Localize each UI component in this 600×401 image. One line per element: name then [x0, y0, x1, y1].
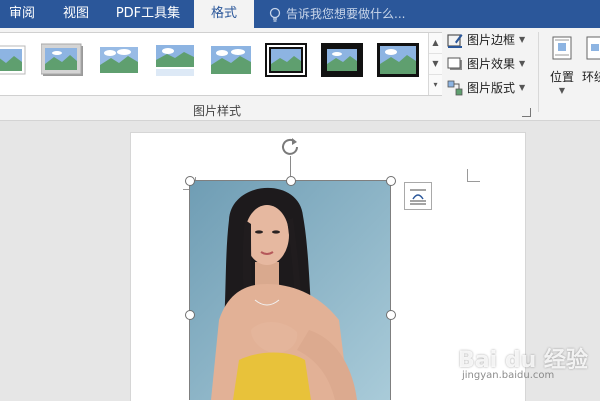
chevron-down-icon: ▼: [558, 86, 566, 95]
picture-style-thumb[interactable]: [210, 43, 252, 77]
group-divider: [538, 32, 539, 112]
selection-border: [390, 180, 391, 400]
inserted-picture[interactable]: [189, 180, 390, 400]
wrap-text-icon: [586, 36, 600, 60]
picture-styles-gallery: ▲ ▼ ▾: [0, 32, 442, 96]
picture-layout-icon: [447, 80, 463, 96]
baidu-jingyan-watermark: Bai du 经验 jingyan.baidu.com: [448, 338, 588, 388]
position-label: 位置: [549, 70, 574, 84]
resize-handle-top-left[interactable]: [185, 176, 195, 186]
tab-view[interactable]: 视图: [50, 0, 102, 28]
chevron-down-icon: ▼: [519, 35, 526, 44]
gallery-more-icon[interactable]: ▾: [429, 75, 442, 95]
layout-options-button[interactable]: [404, 182, 432, 210]
picture-style-thumb[interactable]: [98, 43, 140, 77]
rotate-handle-stem: [290, 156, 291, 176]
picture-style-thumb[interactable]: [377, 43, 419, 77]
lightbulb-icon: [269, 7, 281, 22]
gallery-scroll-down-icon[interactable]: ▼: [429, 54, 442, 75]
selection-border: [189, 180, 190, 400]
picture-layout-label: 图片版式: [467, 81, 516, 95]
ribbon-format: ▲ ▼ ▾ 图片边框 ▼ 图片效果 ▼ 图片版式 ▼ 图片样式 位置 ▼ 环: [0, 28, 600, 121]
tab-review[interactable]: 审阅: [0, 0, 44, 28]
dialog-launcher-icon[interactable]: [522, 108, 531, 117]
resize-handle-left[interactable]: [185, 310, 195, 320]
tab-format[interactable]: 格式: [194, 0, 254, 28]
gallery-scrollbar: ▲ ▼ ▾: [428, 33, 442, 95]
margin-corner-mark: [467, 169, 480, 182]
picture-border-label: 图片边框: [467, 33, 516, 47]
gallery-scroll-up-icon[interactable]: ▲: [429, 33, 442, 54]
position-icon: [552, 36, 572, 60]
chevron-down-icon: ▼: [519, 59, 526, 68]
layout-options-icon: [410, 189, 426, 205]
tell-me-placeholder: 告诉我您想要做什么...: [286, 7, 406, 21]
watermark-url: jingyan.baidu.com: [462, 370, 555, 381]
picture-style-thumb[interactable]: [265, 43, 307, 77]
tab-pdf-tools[interactable]: PDF工具集: [110, 0, 186, 28]
chevron-down-icon: ▼: [519, 83, 526, 92]
rotate-handle-icon[interactable]: [280, 136, 300, 156]
picture-style-thumb[interactable]: [41, 43, 83, 77]
picture-effects-label: 图片效果: [467, 57, 516, 71]
picture-border-icon: [447, 34, 463, 48]
picture-effects-icon: [447, 57, 462, 70]
ribbon-tab-bar: 审阅 视图 PDF工具集 格式 告诉我您想要做什么...: [0, 0, 600, 28]
resize-handle-top-right[interactable]: [386, 176, 396, 186]
wrap-text-button[interactable]: 环绕: [582, 34, 600, 104]
picture-style-thumb[interactable]: [0, 43, 26, 77]
wrap-text-label: 环绕: [582, 70, 600, 84]
resize-handle-right[interactable]: [386, 310, 396, 320]
position-button[interactable]: 位置 ▼: [542, 34, 582, 104]
picture-style-thumb[interactable]: [321, 43, 363, 77]
picture-style-thumb[interactable]: [154, 43, 196, 77]
resize-handle-top[interactable]: [286, 176, 296, 186]
picture-styles-group-label: 图片样式: [192, 104, 241, 118]
portrait-photo: [189, 180, 390, 400]
